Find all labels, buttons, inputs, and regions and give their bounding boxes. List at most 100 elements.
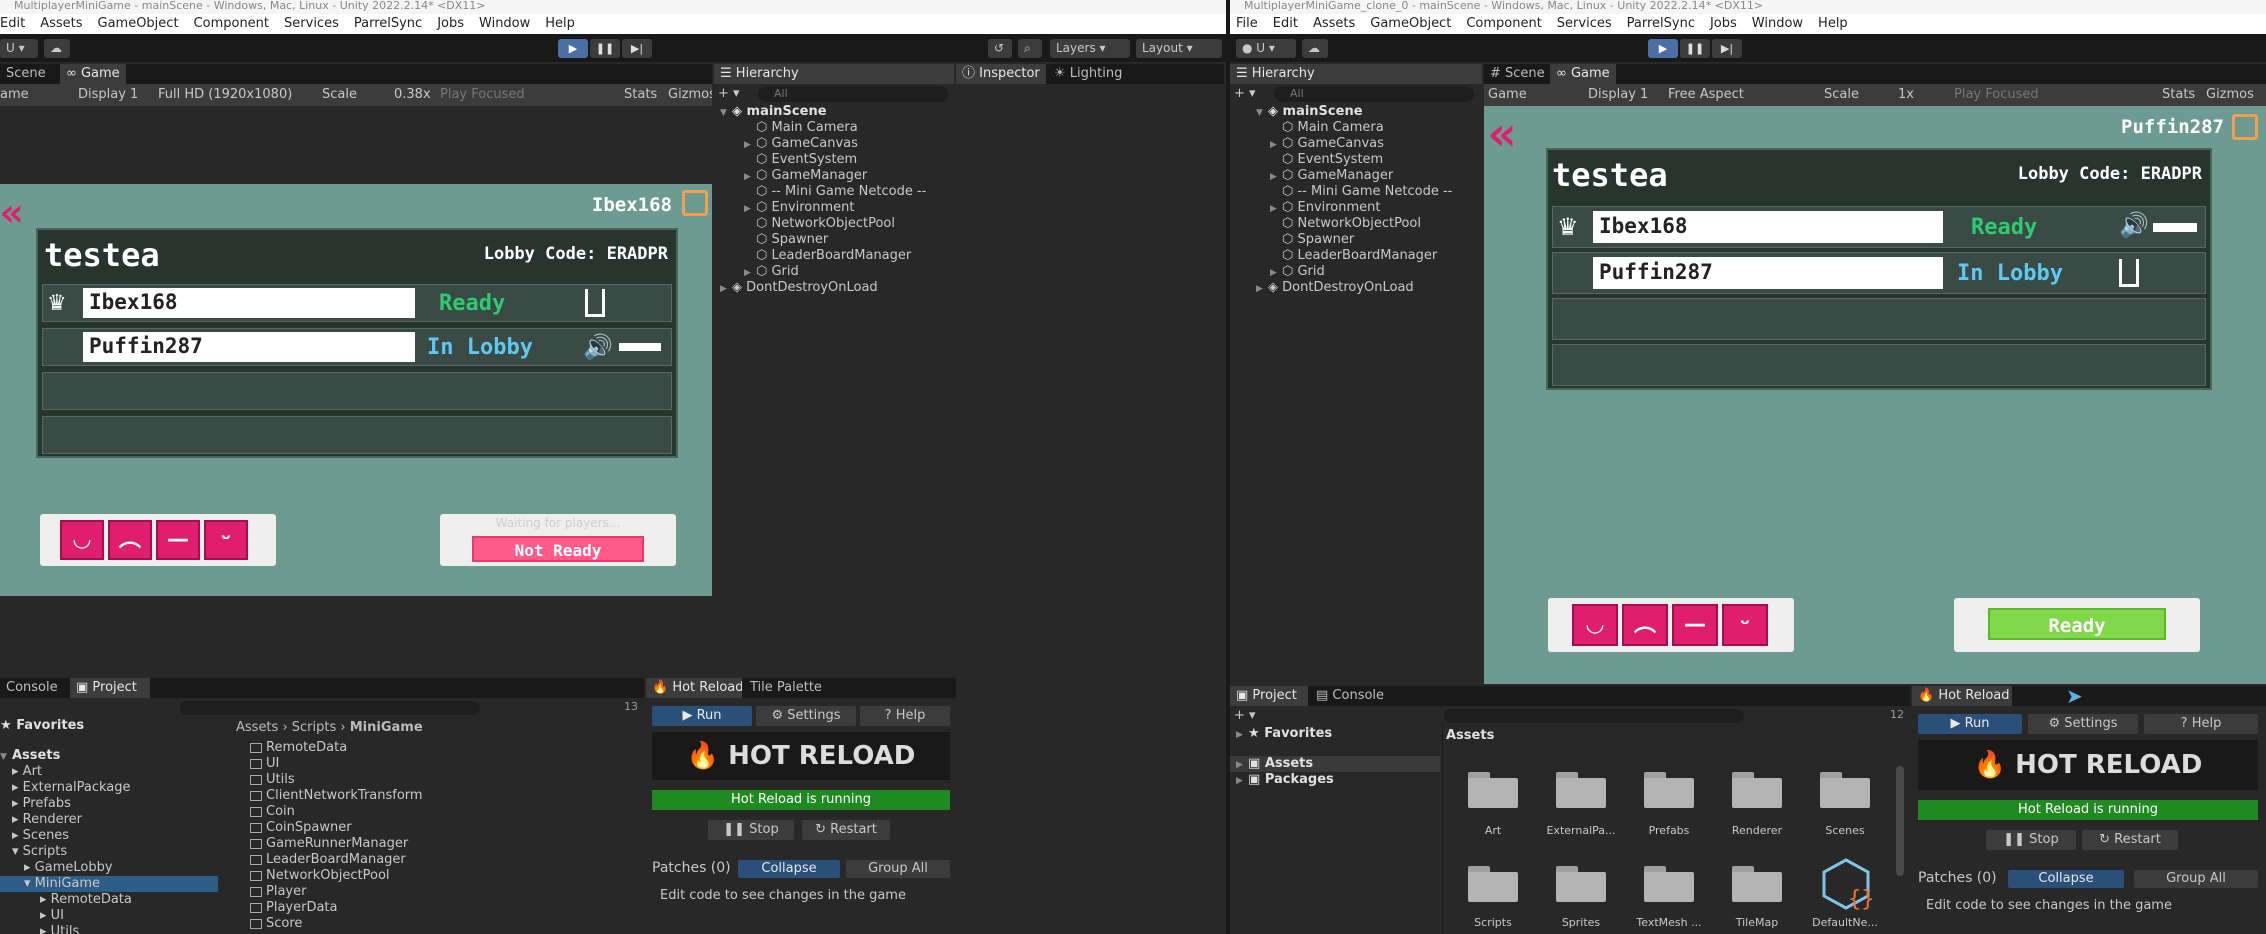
menu-gameobject[interactable]: GameObject bbox=[1370, 14, 1451, 34]
scene-root[interactable]: ▼ ◈ mainScene bbox=[720, 104, 827, 120]
edit-icon[interactable] bbox=[682, 190, 708, 216]
file-item[interactable]: GameRunnerManager bbox=[250, 836, 408, 852]
emote-sad-icon[interactable]: ︵ bbox=[1622, 604, 1668, 646]
tab-hierarchy[interactable]: ☰ Hierarchy bbox=[714, 64, 954, 84]
pause-button[interactable]: ❚❚ bbox=[1680, 39, 1710, 58]
account-dropdown[interactable]: ● U ▾ bbox=[1236, 39, 1296, 58]
folder-item[interactable]: ▸ Renderer bbox=[12, 812, 82, 828]
layout-dropdown[interactable]: Layout ▾ bbox=[1136, 39, 1222, 58]
folder-item[interactable]: ▸ GameLobby bbox=[24, 860, 113, 876]
menu-window[interactable]: Window bbox=[1752, 14, 1803, 34]
tab-inspector[interactable]: ⓘ Inspector bbox=[956, 64, 1046, 84]
hierarchy-search[interactable]: All bbox=[758, 86, 948, 102]
menu-file[interactable]: File bbox=[1236, 14, 1258, 34]
add-icon[interactable]: + ▾ bbox=[1234, 708, 1256, 723]
assets-root[interactable]: ▼ Assets bbox=[0, 748, 60, 764]
folder-icon[interactable] bbox=[1468, 768, 1518, 808]
network-prefab-icon[interactable]: {} bbox=[1818, 856, 1875, 912]
tab-project[interactable]: ▣ Project bbox=[1230, 686, 1308, 706]
hierarchy-item[interactable]: ▶ ⬡ Grid bbox=[1270, 264, 1325, 280]
gizmos-button[interactable]: Gizmos bbox=[2206, 84, 2254, 106]
pause-button[interactable]: ❚❚ bbox=[590, 39, 620, 58]
back-arrow-icon[interactable]: « bbox=[1488, 106, 1517, 162]
display-dropdown[interactable]: Display 1 bbox=[78, 84, 138, 106]
emote-sad-icon[interactable]: ︵ bbox=[108, 520, 152, 560]
stop-button[interactable]: ❚❚ Stop bbox=[708, 820, 794, 840]
group-all-button[interactable]: Group All bbox=[846, 860, 950, 878]
emote-neutral-icon[interactable]: — bbox=[156, 520, 200, 560]
folder-item[interactable]: ▸ Prefabs bbox=[12, 796, 71, 812]
folder-icon[interactable] bbox=[1644, 862, 1694, 902]
collapse-button[interactable]: Collapse bbox=[738, 860, 840, 878]
file-item[interactable]: RemoteData bbox=[250, 740, 347, 756]
project-search[interactable] bbox=[180, 701, 480, 715]
menu-gameobject[interactable]: GameObject bbox=[98, 14, 179, 34]
layers-dropdown[interactable]: Layers ▾ bbox=[1050, 39, 1130, 58]
file-item[interactable]: UI bbox=[250, 756, 279, 772]
menu-component[interactable]: Component bbox=[194, 14, 269, 34]
folder-icon[interactable] bbox=[1644, 768, 1694, 808]
cloud-icon[interactable]: ☁ bbox=[44, 39, 70, 58]
not-ready-button[interactable]: Not Ready bbox=[472, 536, 644, 562]
menu-help[interactable]: Help bbox=[1818, 14, 1848, 34]
ddol-root[interactable]: ▶ ◈ DontDestroyOnLoad bbox=[1256, 280, 1414, 296]
folder-icon[interactable] bbox=[1556, 862, 1606, 902]
menu-window[interactable]: Window bbox=[479, 14, 530, 34]
menu-assets[interactable]: Assets bbox=[1313, 14, 1355, 34]
back-arrow-icon[interactable]: « bbox=[0, 190, 24, 236]
folder-item[interactable]: ▸ UI bbox=[40, 908, 64, 924]
play-button[interactable]: ▶ bbox=[558, 39, 588, 58]
restart-button[interactable]: ↻ Restart bbox=[2082, 830, 2178, 850]
hierarchy-item[interactable]: ▶ ⬡ GameManager bbox=[744, 168, 867, 184]
assets-root[interactable]: ▶ ▣ Assets bbox=[1230, 756, 1440, 772]
file-item[interactable]: PlayerData bbox=[250, 900, 338, 916]
menu-parrelsync[interactable]: ParrelSync bbox=[1627, 14, 1695, 34]
tab-hierarchy[interactable]: ☰ Hierarchy bbox=[1230, 64, 1482, 84]
folder-item[interactable]: ▾ Scripts bbox=[12, 844, 67, 860]
tab-game[interactable]: ∞ Game bbox=[60, 64, 126, 84]
tab-scene[interactable]: # Scene bbox=[1484, 64, 1548, 84]
hierarchy-item[interactable]: ⬡ Main Camera bbox=[744, 120, 858, 136]
hierarchy-item[interactable]: ⬡ EventSystem bbox=[1270, 152, 1383, 168]
gizmos-button[interactable]: Gizmos bbox=[668, 84, 712, 106]
restart-button[interactable]: ↻ Restart bbox=[802, 820, 890, 840]
play-button[interactable]: ▶ bbox=[1648, 39, 1678, 58]
hierarchy-item[interactable]: ▶ ⬡ Environment bbox=[1270, 200, 1381, 216]
file-item[interactable]: Score bbox=[250, 916, 302, 932]
play-focused-dropdown[interactable]: Play Focused bbox=[1954, 84, 2039, 106]
group-all-button[interactable]: Group All bbox=[2134, 870, 2258, 888]
hierarchy-item[interactable]: ▶ ⬡ GameCanvas bbox=[744, 136, 858, 152]
emote-tongue-icon[interactable]: ᵕ bbox=[204, 520, 248, 560]
display-dropdown[interactable]: Display 1 bbox=[1588, 84, 1648, 106]
hierarchy-item[interactable]: ⬡ Main Camera bbox=[1270, 120, 1384, 136]
folder-item-selected[interactable]: ▾ MiniGame bbox=[0, 876, 218, 892]
hierarchy-item[interactable]: ▶ ⬡ GameManager bbox=[1270, 168, 1393, 184]
cloud-icon[interactable]: ☁ bbox=[1302, 39, 1328, 58]
folder-icon[interactable] bbox=[1468, 862, 1518, 902]
file-item[interactable]: Player bbox=[250, 884, 306, 900]
tab-hot-reload[interactable]: 🔥 Hot Reload bbox=[1912, 686, 2012, 706]
hierarchy-item[interactable]: ⬡ Spawner bbox=[744, 232, 828, 248]
tab-lighting[interactable]: ☀ Lighting bbox=[1048, 64, 1138, 84]
tab-tile-palette[interactable]: Tile Palette bbox=[744, 678, 844, 698]
settings-button[interactable]: ⚙ Settings bbox=[2028, 714, 2138, 734]
step-button[interactable]: ▶| bbox=[1712, 39, 1742, 58]
view-dropdown[interactable]: Game bbox=[1488, 84, 1527, 106]
tab-project[interactable]: ▣ Project bbox=[70, 678, 150, 698]
menu-help[interactable]: Help bbox=[545, 14, 575, 34]
menu-parrelsync[interactable]: ParrelSync bbox=[354, 14, 422, 34]
file-item[interactable]: ClientNetworkTransform bbox=[250, 788, 423, 804]
add-icon[interactable]: + ▾ bbox=[718, 86, 740, 101]
tab-console[interactable]: Console bbox=[0, 678, 68, 698]
view-dropdown[interactable]: ame bbox=[0, 84, 29, 106]
file-item[interactable]: CoinSpawner bbox=[250, 820, 352, 836]
add-icon[interactable]: + ▾ bbox=[1234, 86, 1256, 101]
menu-services[interactable]: Services bbox=[1557, 14, 1612, 34]
tab-hot-reload[interactable]: 🔥 Hot Reload bbox=[646, 678, 742, 698]
folder-item[interactable]: ▸ Utils bbox=[40, 924, 79, 934]
menu-component[interactable]: Component bbox=[1466, 14, 1541, 34]
hierarchy-item[interactable]: ⬡ NetworkObjectPool bbox=[1270, 216, 1421, 232]
help-button[interactable]: ? Help bbox=[860, 706, 950, 726]
folder-item[interactable]: ▸ Art bbox=[12, 764, 42, 780]
emote-tongue-icon[interactable]: ᵕ bbox=[1722, 604, 1768, 646]
